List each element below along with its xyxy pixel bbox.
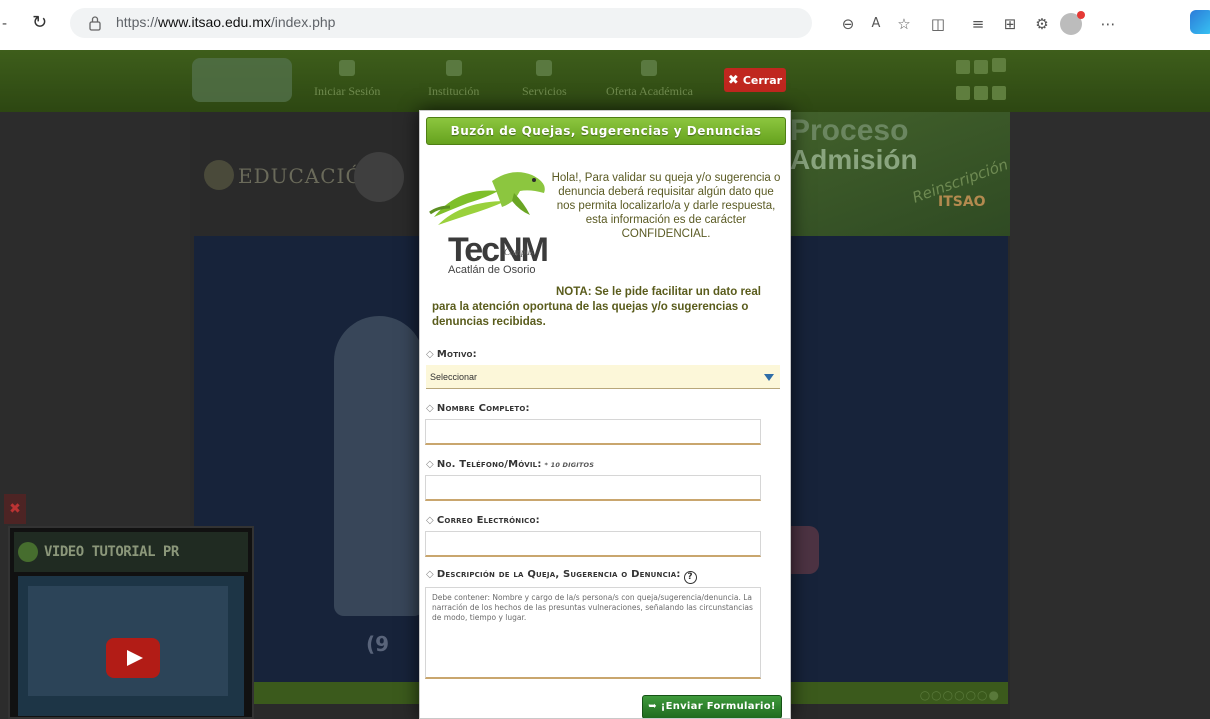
youtube-icon[interactable] [992,86,1006,100]
copilot-icon[interactable] [1190,10,1210,34]
chevron-down-icon [764,374,774,381]
favorite-star-icon[interactable]: ☆ [894,14,914,34]
gear-logo-icon [354,152,404,202]
lock-icon [89,16,101,31]
flag-icon [641,60,658,76]
complaints-modal: Buzón de Quejas, Sugerencias y Denuncias… [419,110,791,719]
url-text[interactable]: https://www.itsao.edu.mx/index.php [116,14,335,30]
extensions-icon[interactable]: ⚙ [1032,14,1052,34]
address-bar[interactable]: https://www.itsao.edu.mx/index.php [70,8,812,38]
social-links [954,56,1010,108]
login-icon [339,60,356,76]
seal-icon [204,160,234,190]
site-navigation: Iniciar Sesión Institución Servicios Ofe… [0,50,1210,112]
twitter-icon[interactable] [974,86,988,100]
note-text: NOTA: Se le pide facilitar un dato real … [432,286,761,328]
correo-label: ◇ Correo Electrónico: [426,515,540,526]
motivo-label: ◇ Motivo: [426,349,477,360]
descripcion-textarea[interactable]: Debe contener: Nombre y cargo de la/s pe… [425,587,761,679]
video-header: VIDEO TUTORIAL PR [14,532,248,572]
reload-icon[interactable]: ↻ [32,12,52,33]
iguana-icon [429,172,545,225]
nav-institucion[interactable]: Institución [428,60,479,99]
background-right [1010,50,1210,719]
user-icon[interactable] [992,58,1006,72]
tecnm-logo: TecNM Campus Acatlán de Osorio [428,167,556,277]
telefono-input[interactable] [425,475,761,501]
hero-phone: (9 [366,632,390,656]
more-menu-icon[interactable]: ⋯ [1098,14,1118,34]
services-icon [536,60,553,76]
play-icon[interactable] [106,638,160,678]
site-logo[interactable] [192,58,292,102]
nav-oferta-academica[interactable]: Oferta Académica [606,60,693,99]
help-icon[interactable]: ? [683,571,697,584]
slider-dots[interactable]: ○○○○○○● [920,688,1000,702]
correo-input[interactable] [425,531,761,557]
nav-servicios[interactable]: Servicios [522,60,567,99]
video-tutorial-embed[interactable]: VIDEO TUTORIAL PR [8,526,254,719]
close-button[interactable]: ✖ Cerrar [724,68,786,92]
browser-toolbar: - ↻ https://www.itsao.edu.mx/index.php ⊖… [0,0,1210,50]
doc-icon[interactable] [956,60,970,74]
favorites-list-icon[interactable]: ≡ [968,14,988,34]
read-aloud-icon[interactable]: A [866,14,886,34]
submit-button[interactable]: ➥ ¡Enviar Formulario! [642,695,782,718]
telefono-label: ◇ No. Teléfono/Móvil: * 10 DIGITOS [426,459,595,470]
education-banner: EDUCACIÓN [194,148,424,210]
motivo-select[interactable]: Seleccionar [426,365,780,389]
close-icon: ✖ [727,72,739,88]
descripcion-label: ◇ Descripción de la Queja, Sugerencia o D… [426,569,697,584]
modal-title: Buzón de Quejas, Sugerencias y Denuncias [426,117,786,145]
admission-banner[interactable]: Proceso Admisión Reinscripción ITSAO [786,112,1010,236]
profile-avatar[interactable] [1060,11,1085,35]
split-screen-icon[interactable]: ◫ [928,14,948,34]
facebook-icon[interactable] [956,86,970,100]
edit-icon[interactable] [974,60,988,74]
channel-icon [18,542,38,562]
nombre-input[interactable] [425,419,761,445]
arrow-icon: ➥ [648,701,661,712]
close-video-icon[interactable]: ✖ [4,494,26,524]
nombre-label: ◇ Nombre Completo: [426,403,530,414]
hero-person-image [334,316,424,616]
back-arrow-icon[interactable]: - [2,16,7,32]
intro-text: Hola!, Para validar su queja y/o sugeren… [551,172,781,240]
zoom-icon[interactable]: ⊖ [838,14,858,34]
collections-icon[interactable]: ⊞ [1000,14,1020,34]
nav-iniciar-sesion[interactable]: Iniciar Sesión [314,60,380,99]
building-icon [445,60,462,76]
